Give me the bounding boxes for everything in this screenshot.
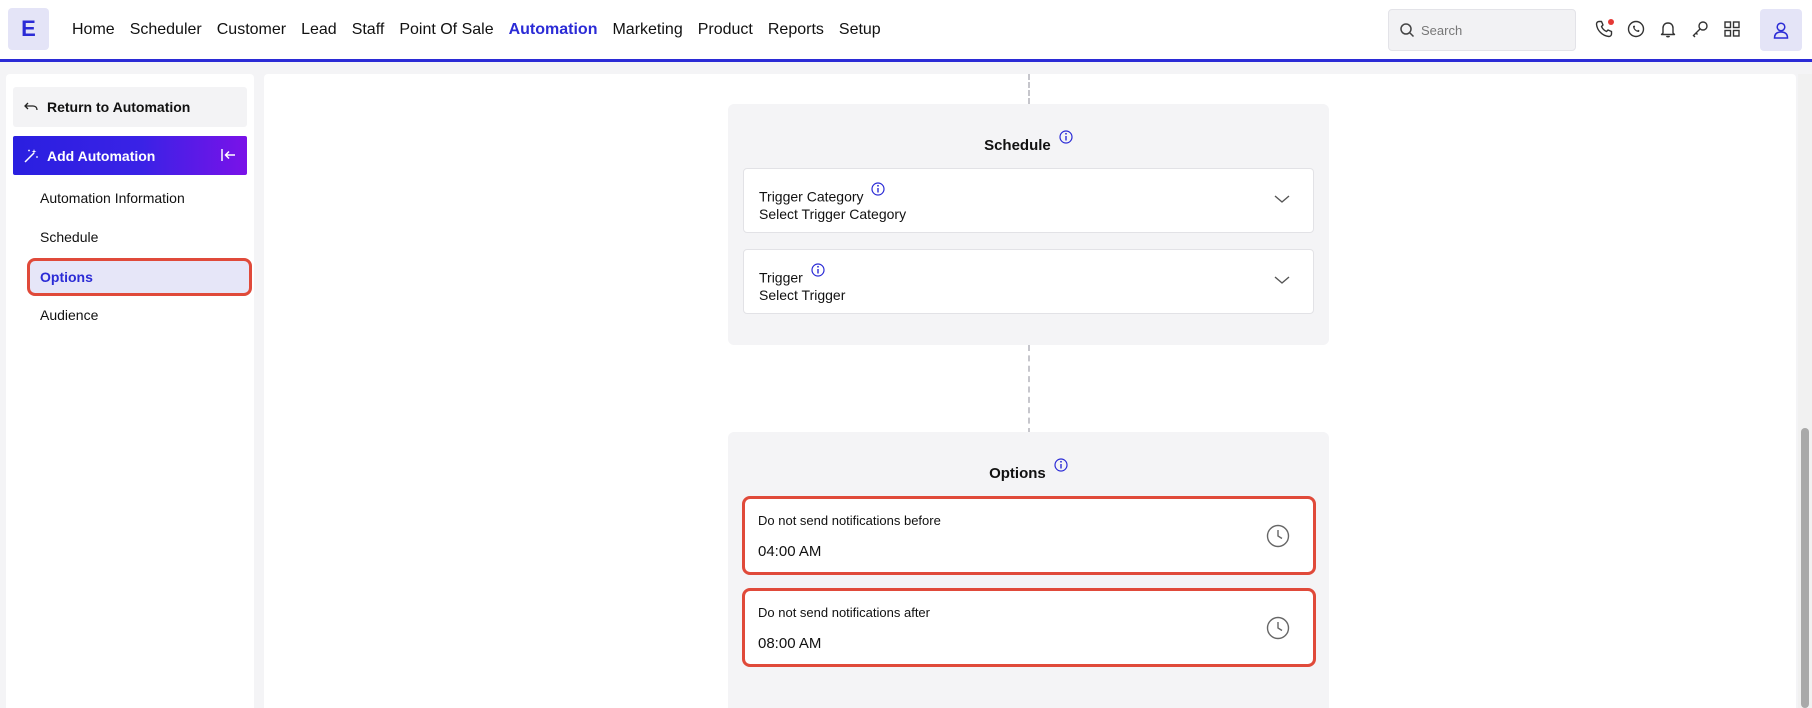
trigger-label: Trigger (759, 263, 825, 286)
info-icon[interactable] (1059, 130, 1073, 148)
main-nav: Home Scheduler Customer Lead Staff Point… (72, 0, 896, 59)
notify-after-value: 08:00 AM (758, 635, 822, 652)
user-icon (1771, 20, 1791, 40)
chevron-down-icon (1273, 274, 1291, 286)
notify-after-label: Do not send notifications after (758, 605, 930, 620)
return-arrow-icon (23, 100, 39, 114)
trigger-select[interactable]: Trigger Select Trigger (743, 249, 1314, 314)
nav-marketing[interactable]: Marketing (612, 21, 682, 39)
sidebar-item-automation-information[interactable]: Automation Information (40, 190, 185, 206)
nav-automation[interactable]: Automation (509, 21, 598, 39)
options-card: Options Do not send notifications before… (728, 432, 1329, 708)
notify-before-value: 04:00 AM (758, 543, 822, 560)
info-icon[interactable] (1054, 458, 1068, 476)
sidebar-item-options[interactable]: Options (27, 258, 252, 296)
magic-wand-icon (23, 148, 39, 164)
automation-sidebar: Return to Automation Add Automation Auto… (6, 74, 254, 708)
options-title-text: Options (989, 465, 1046, 482)
schedule-title-text: Schedule (984, 137, 1051, 154)
key-icon[interactable] (1688, 17, 1712, 41)
info-icon[interactable] (871, 182, 886, 199)
options-card-title: Options (728, 458, 1329, 482)
logo-letter: E (21, 16, 36, 41)
sidebar-item-schedule[interactable]: Schedule (40, 229, 98, 245)
nav-scheduler[interactable]: Scheduler (130, 21, 202, 39)
sidebar-item-audience[interactable]: Audience (40, 307, 98, 323)
nav-lead[interactable]: Lead (301, 21, 337, 39)
automation-editor: Schedule Trigger Category Select Trigger… (264, 74, 1796, 708)
app-logo[interactable]: E (8, 8, 49, 50)
nav-staff[interactable]: Staff (352, 21, 385, 39)
sidebar-item-label: Options (40, 269, 93, 285)
return-label: Return to Automation (47, 99, 191, 115)
notify-after-time-field[interactable]: Do not send notifications after 08:00 AM (742, 588, 1316, 667)
add-automation-title: Add Automation (47, 147, 156, 164)
page-scrollbar[interactable] (1798, 74, 1812, 708)
header-actions (1592, 17, 1752, 41)
clock-icon[interactable] (1265, 615, 1291, 641)
nav-point-of-sale[interactable]: Point Of Sale (399, 21, 493, 39)
trigger-category-label-text: Trigger Category (759, 188, 864, 205)
flow-connector-line (1028, 74, 1030, 104)
phone-icon[interactable] (1592, 17, 1616, 41)
nav-customer[interactable]: Customer (217, 21, 286, 39)
schedule-card: Schedule Trigger Category Select Trigger… (728, 104, 1329, 345)
clock-icon[interactable] (1265, 523, 1291, 549)
scrollbar-thumb[interactable] (1801, 428, 1809, 708)
notification-dot (1608, 19, 1614, 25)
user-avatar[interactable] (1760, 9, 1802, 51)
whatsapp-icon[interactable] (1624, 17, 1648, 41)
search-box[interactable] (1388, 9, 1576, 51)
nav-home[interactable]: Home (72, 21, 115, 39)
notify-before-time-field[interactable]: Do not send notifications before 04:00 A… (742, 496, 1316, 575)
info-icon[interactable] (811, 263, 825, 280)
search-input[interactable] (1421, 22, 1561, 38)
nav-product[interactable]: Product (698, 21, 753, 39)
schedule-card-title: Schedule (728, 130, 1329, 154)
apps-grid-icon[interactable] (1720, 17, 1744, 41)
trigger-label-text: Trigger (759, 269, 803, 286)
bell-icon[interactable] (1656, 17, 1680, 41)
return-to-automation-button[interactable]: Return to Automation (13, 87, 247, 127)
nav-setup[interactable]: Setup (839, 21, 881, 39)
flow-connector-line (1028, 345, 1030, 434)
trigger-category-value: Select Trigger Category (759, 206, 907, 222)
add-automation-header: Add Automation (13, 136, 247, 175)
trigger-category-label: Trigger Category (759, 182, 886, 205)
search-icon (1399, 22, 1415, 38)
trigger-category-select[interactable]: Trigger Category Select Trigger Category (743, 168, 1314, 233)
notify-before-label: Do not send notifications before (758, 513, 941, 528)
top-navigation-bar: E Home Scheduler Customer Lead Staff Poi… (0, 0, 1812, 62)
chevron-down-icon (1273, 193, 1291, 205)
nav-reports[interactable]: Reports (768, 21, 824, 39)
trigger-value: Select Trigger (759, 287, 846, 303)
collapse-sidebar-icon[interactable] (219, 146, 237, 164)
